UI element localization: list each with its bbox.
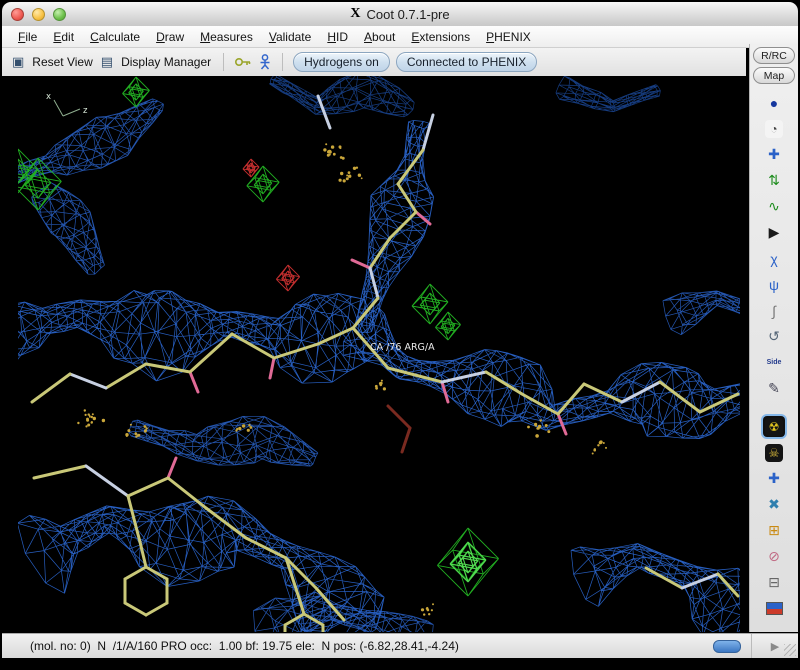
cross-bonds-icon[interactable]: ✖ xyxy=(763,494,785,515)
pencil-icon[interactable]: ✎ xyxy=(763,378,785,399)
rrc-button[interactable]: R/RC xyxy=(753,47,795,64)
axis-label-x: x xyxy=(46,92,51,102)
menu-item-measures[interactable]: Measures xyxy=(192,27,261,47)
phi-psi-icon[interactable]: ψ xyxy=(763,274,785,295)
display-manager-button[interactable]: Display Manager xyxy=(119,53,213,71)
display-manager-icon[interactable]: ▤ xyxy=(101,54,113,70)
refresh-view-icon[interactable]: ↺ xyxy=(763,326,785,347)
status-scroll-thumb[interactable] xyxy=(713,639,741,653)
hook-icon[interactable]: ∫ xyxy=(763,300,785,321)
skull-icon[interactable]: ☠ xyxy=(763,442,785,463)
toolbar-separator xyxy=(223,53,225,71)
side-toolbar: ● ◔ ✚ ⇅ ∿ ▶ χ ψ ∫ ↺ Side ✎ ☢ ☠ ✚ ✖ ⊞ ⊘ ⊟ xyxy=(763,92,785,619)
expander-play-icon[interactable]: ▶ xyxy=(771,640,779,653)
main-area: x z CA /76 ARG/A R/RC Map ● ◔ ✚ ⇅ ∿ ▶ χ ψ ∫ ↺ Side ✎ ☢… xyxy=(2,44,798,632)
stickman-icon[interactable] xyxy=(258,54,272,70)
hydrogens-toggle-button[interactable]: Hydrogens on xyxy=(293,52,390,72)
rotate-axes-icon[interactable]: ⇅ xyxy=(763,170,785,191)
minimize-button[interactable] xyxy=(32,8,45,21)
toolbar-separator xyxy=(282,53,284,71)
statusbar: (mol. no: 0) N /1/A/160 PRO occ: 1.00 bf… xyxy=(2,625,713,667)
chi-angles-icon[interactable]: χ xyxy=(763,248,785,269)
map-sphere-icon[interactable]: ● xyxy=(763,92,785,113)
titlebar[interactable]: X Coot 0.7.1-pre xyxy=(2,2,798,27)
menu-item-validate[interactable]: Validate xyxy=(261,27,320,47)
window-title: Coot 0.7.1-pre xyxy=(366,6,450,22)
reset-view-icon[interactable]: ▣ xyxy=(12,54,24,70)
palette-icon[interactable] xyxy=(763,598,785,619)
add-residue-icon[interactable]: ⊞ xyxy=(763,520,785,541)
key-icon[interactable] xyxy=(234,55,252,69)
toolbar: ▣ Reset View ▤ Display Manager Hydrogens… xyxy=(2,48,746,77)
clock-icon[interactable]: ◔ xyxy=(763,118,785,139)
menu-item-phenix[interactable]: PHENIX xyxy=(478,27,539,47)
eraser-icon[interactable]: ⊘ xyxy=(763,546,785,567)
translate-icon[interactable]: ✚ xyxy=(763,144,785,165)
menubar-items: File Edit Calculate Draw Measures Validate HID… xyxy=(2,26,798,48)
window-title-group: X Coot 0.7.1-pre xyxy=(350,6,449,22)
add-atom-icon[interactable]: ✚ xyxy=(763,468,785,489)
bottom-row: (mol. no: 0) N /1/A/160 PRO occ: 1.00 bf… xyxy=(2,633,798,658)
close-button[interactable] xyxy=(11,8,24,21)
torsion-icon[interactable]: ∿ xyxy=(763,196,785,217)
x11-icon: X xyxy=(350,6,361,21)
axis-label-z: z xyxy=(83,106,88,116)
menu-item-edit[interactable]: Edit xyxy=(45,27,82,47)
trash-icon[interactable]: ⊟ xyxy=(763,572,785,593)
menu-item-extensions[interactable]: Extensions xyxy=(403,27,478,47)
menu-item-draw[interactable]: Draw xyxy=(148,27,192,47)
window-controls xyxy=(11,8,66,21)
status-text: (mol. no: 0) N /1/A/160 PRO occ: 1.00 bf… xyxy=(30,639,459,653)
menu-item-file[interactable]: File xyxy=(10,27,45,47)
resize-grip[interactable]: ▶ xyxy=(751,634,798,658)
play-icon[interactable]: ▶ xyxy=(763,222,785,243)
phenix-status-button[interactable]: Connected to PHENIX xyxy=(395,52,538,72)
right-toolbar: R/RC Map ● ◔ ✚ ⇅ ∿ ▶ χ ψ ∫ ↺ Side ✎ ☢ ☠ ✚ ✖ ⊞ ⊘ ⊟ xyxy=(749,44,798,632)
zoom-button[interactable] xyxy=(53,8,66,21)
menu-item-hid[interactable]: HID xyxy=(319,27,356,47)
menu-item-about[interactable]: About xyxy=(356,27,403,47)
reset-view-button[interactable]: Reset View xyxy=(30,53,94,71)
menu-item-calculate[interactable]: Calculate xyxy=(82,27,148,47)
coot-window: X Coot 0.7.1-pre File Edit Calculate Draw Me… xyxy=(0,0,800,670)
map-button[interactable]: Map xyxy=(753,67,795,84)
density-canvas[interactable]: x z CA /76 ARG/A xyxy=(18,76,740,632)
radiation-icon[interactable]: ☢ xyxy=(763,416,785,437)
residue-label: CA /76 ARG/A xyxy=(370,342,435,353)
side-chain-icon[interactable]: Side xyxy=(763,352,785,373)
